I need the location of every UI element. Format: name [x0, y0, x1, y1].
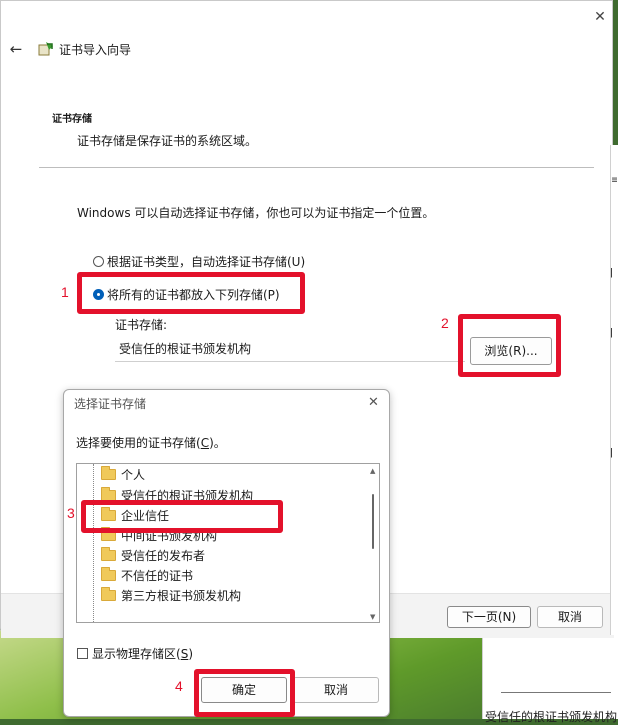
dialog-prompt: 选择要使用的证书存储(C)。	[76, 436, 226, 450]
dialog-cancel-button[interactable]: 取消	[293, 677, 379, 703]
back-arrow-icon[interactable]: ←	[7, 40, 25, 58]
dialog-title: 选择证书存储	[74, 397, 147, 411]
show-physical-stores[interactable]: 显示物理存储区(S)	[77, 645, 193, 662]
annotation-box-3	[81, 500, 283, 533]
checkbox[interactable]	[77, 648, 88, 659]
folder-icon	[101, 486, 116, 501]
folder-icon	[101, 546, 116, 561]
close-icon[interactable]: ✕	[592, 9, 608, 25]
background-window: 受信任的根证书颁发机构	[482, 630, 618, 724]
info-text: Windows 可以自动选择证书存储，你也可以为证书指定一个位置。	[77, 206, 435, 220]
scroll-down-icon[interactable]: ▼	[370, 613, 375, 621]
next-button[interactable]: 下一页(N)	[447, 606, 531, 628]
edge-fragment: ≡	[611, 176, 617, 186]
edge-fragment: ▏	[611, 328, 617, 338]
close-icon[interactable]: ✕	[368, 395, 379, 410]
radio-button[interactable]	[93, 255, 104, 267]
store-field: 受信任的根证书颁发机构	[115, 336, 465, 362]
background-window-edge	[610, 145, 618, 635]
background-window-text: 受信任的根证书颁发机构	[485, 710, 618, 724]
tree-item[interactable]: 受信任的发布者	[101, 545, 205, 565]
radio-auto-select[interactable]: 根据证书类型，自动选择证书存储(U)	[93, 253, 305, 269]
divider	[39, 167, 594, 168]
annotation-label-4: 4	[175, 678, 183, 694]
cancel-button[interactable]: 取消	[537, 606, 603, 628]
page-subheading: 证书存储是保存证书的系统区域。	[77, 134, 258, 148]
tree-connector	[93, 464, 95, 622]
annotation-box-4	[194, 669, 295, 717]
scrollbar-thumb[interactable]	[372, 494, 374, 549]
annotation-label-3: 3	[67, 505, 75, 521]
folder-icon	[101, 465, 116, 480]
folder-icon	[101, 586, 116, 601]
annotation-label-2: 2	[441, 315, 449, 331]
radio-label: 根据证书类型，自动选择证书存储(U)	[107, 254, 306, 269]
tree-item[interactable]: 第三方根证书颁发机构	[101, 585, 241, 605]
background-divider	[501, 692, 611, 693]
wizard-title: 证书导入向导	[59, 43, 132, 57]
checkbox-label: 显示物理存储区(S)	[92, 647, 193, 661]
tree-item[interactable]: 个人	[101, 464, 145, 484]
store-label: 证书存储:	[115, 318, 168, 332]
certificate-icon	[38, 42, 53, 56]
edge-fragment: ▏	[611, 448, 617, 458]
tree-item[interactable]: 不信任的证书	[101, 565, 193, 585]
scroll-up-icon[interactable]: ▲	[370, 467, 375, 475]
annotation-box-2	[458, 314, 561, 377]
folder-icon	[101, 566, 116, 581]
store-tree[interactable]: 个人 受信任的根证书颁发机构 企业信任 中间证书颁发机构 受信任的发布者 不信任…	[76, 463, 380, 623]
page-heading: 证书存储	[52, 114, 92, 125]
edge-fragment: ▏	[611, 268, 617, 278]
select-store-dialog: 选择证书存储 ✕ 选择要使用的证书存储(C)。 个人 受信任的根证书颁发机构 企…	[63, 389, 390, 717]
annotation-box-1	[77, 272, 305, 314]
annotation-label-1: 1	[61, 284, 69, 300]
